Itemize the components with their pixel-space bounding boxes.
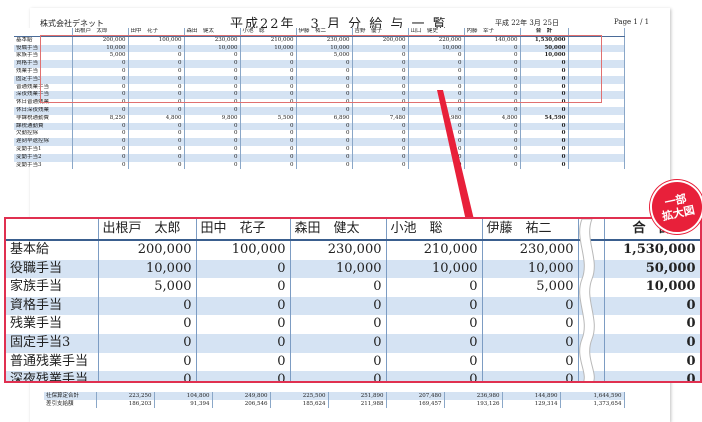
zoom-panel: 出根戸 太郎 田中 花子 森田 健太 小池 聡伊藤 祐二合 計 基本給 200,000 1…: [4, 217, 702, 383]
cell-value: 185,624: [270, 400, 329, 408]
cell-value: 0: [482, 371, 579, 381]
cell-value: 0: [98, 315, 197, 334]
cell-value: 0: [290, 333, 387, 353]
cell-value: 0: [386, 371, 483, 381]
cell-value: 0: [196, 333, 291, 353]
cell-value: 211,988: [328, 400, 387, 408]
cell-value: 144,890: [502, 392, 561, 400]
cell-value: 0: [386, 315, 483, 334]
row-label: 社保算定合計: [44, 392, 97, 400]
cell-value: 129,314: [502, 400, 561, 408]
cell-value: 0: [386, 278, 483, 297]
row-label: 家族手当: [6, 278, 99, 297]
break-wave: [579, 219, 595, 381]
cell-value: 0: [196, 278, 291, 297]
cell-value: 100,000: [196, 240, 291, 260]
cell-value: 50,000: [604, 259, 700, 279]
cell-value: 0: [482, 333, 579, 353]
cell-value: 207,480: [386, 392, 445, 400]
column-header: 出根戸 太郎: [98, 219, 197, 241]
cell-value: 0: [604, 352, 700, 372]
cell-value: 0: [604, 333, 700, 353]
cell-value: 0: [604, 371, 700, 381]
row-label: 役職手当: [6, 259, 99, 279]
cell-value: 0: [604, 296, 700, 316]
cell-value: 225,500: [270, 392, 329, 400]
cell-value: 169,457: [386, 400, 445, 408]
cell-value: 236,980: [444, 392, 503, 400]
cell-value: 1,373,654: [560, 400, 625, 408]
cell-value: 0: [290, 371, 387, 381]
cell-value: 0: [98, 352, 197, 372]
row-label: 固定手当3: [6, 333, 99, 353]
cell-value: 0: [290, 296, 387, 316]
cell-value: 5,000: [98, 278, 197, 297]
cell-value: 210,000: [386, 240, 483, 260]
cell-value: 0: [98, 333, 197, 353]
row-label: 差引支給額: [44, 400, 97, 408]
cell-value: 10,000: [290, 259, 387, 279]
cell-value: 200,000: [98, 240, 197, 260]
column-header: 小池 聡: [386, 219, 483, 241]
row-label: 資格手当: [6, 296, 99, 316]
cell-value: 5,000: [482, 278, 579, 297]
cell-value: 0: [290, 352, 387, 372]
cell-value: 1,644,590: [560, 392, 625, 400]
cell-value: 206,546: [212, 400, 271, 408]
table-row: 社保算定合計 223,250 104,800 249,800 225,500 251,89…: [44, 392, 625, 400]
cell-value: 10,000: [386, 259, 483, 279]
cell-value: 230,000: [290, 240, 387, 260]
cell-value: 0: [196, 259, 291, 279]
cell-value: 104,800: [154, 392, 213, 400]
cell-value: 10,000: [98, 259, 197, 279]
footer-totals: 社保算定合計 223,250 104,800 249,800 225,500 251,89…: [44, 392, 625, 408]
cell-value: 0: [482, 315, 579, 334]
row-label: 普通残業手当: [6, 352, 99, 372]
cell-value: 0: [196, 371, 291, 381]
cell-value: 0: [98, 296, 197, 316]
column-header: 田中 花子: [196, 219, 291, 241]
cell-value: 193,126: [444, 400, 503, 408]
column-header: [6, 219, 99, 241]
cell-value: 186,203: [96, 400, 155, 408]
cell-value: 0: [386, 333, 483, 353]
row-label: 深夜残業手当: [6, 371, 99, 381]
cell-value: 249,800: [212, 392, 271, 400]
column-header: 伊藤 祐二: [482, 219, 579, 241]
cell-value: 0: [196, 352, 291, 372]
cell-value: 0: [482, 352, 579, 372]
cell-value: 0: [482, 296, 579, 316]
cell-value: 91,394: [154, 400, 213, 408]
cell-value: 1,530,000: [604, 240, 700, 260]
cell-value: 230,000: [482, 240, 579, 260]
cell-value: 0: [604, 315, 700, 334]
row-label: 残業手当: [6, 315, 99, 334]
cell-value: 251,890: [328, 392, 387, 400]
table-row: 差引支給額 186,203 91,394 206,546 185,624 211,988 1…: [44, 400, 625, 408]
cell-value: 0: [290, 315, 387, 334]
cell-value: 0: [386, 296, 483, 316]
cell-value: 0: [386, 352, 483, 372]
cell-value: 223,250: [96, 392, 155, 400]
cell-value: 10,000: [482, 259, 579, 279]
cell-value: 0: [196, 296, 291, 316]
cell-value: 10,000: [604, 278, 700, 297]
cell-value: 0: [290, 278, 387, 297]
row-label: 基本給: [6, 240, 99, 260]
cell-value: 0: [196, 315, 291, 334]
column-header: 森田 健太: [290, 219, 387, 241]
cell-value: 0: [98, 371, 197, 381]
